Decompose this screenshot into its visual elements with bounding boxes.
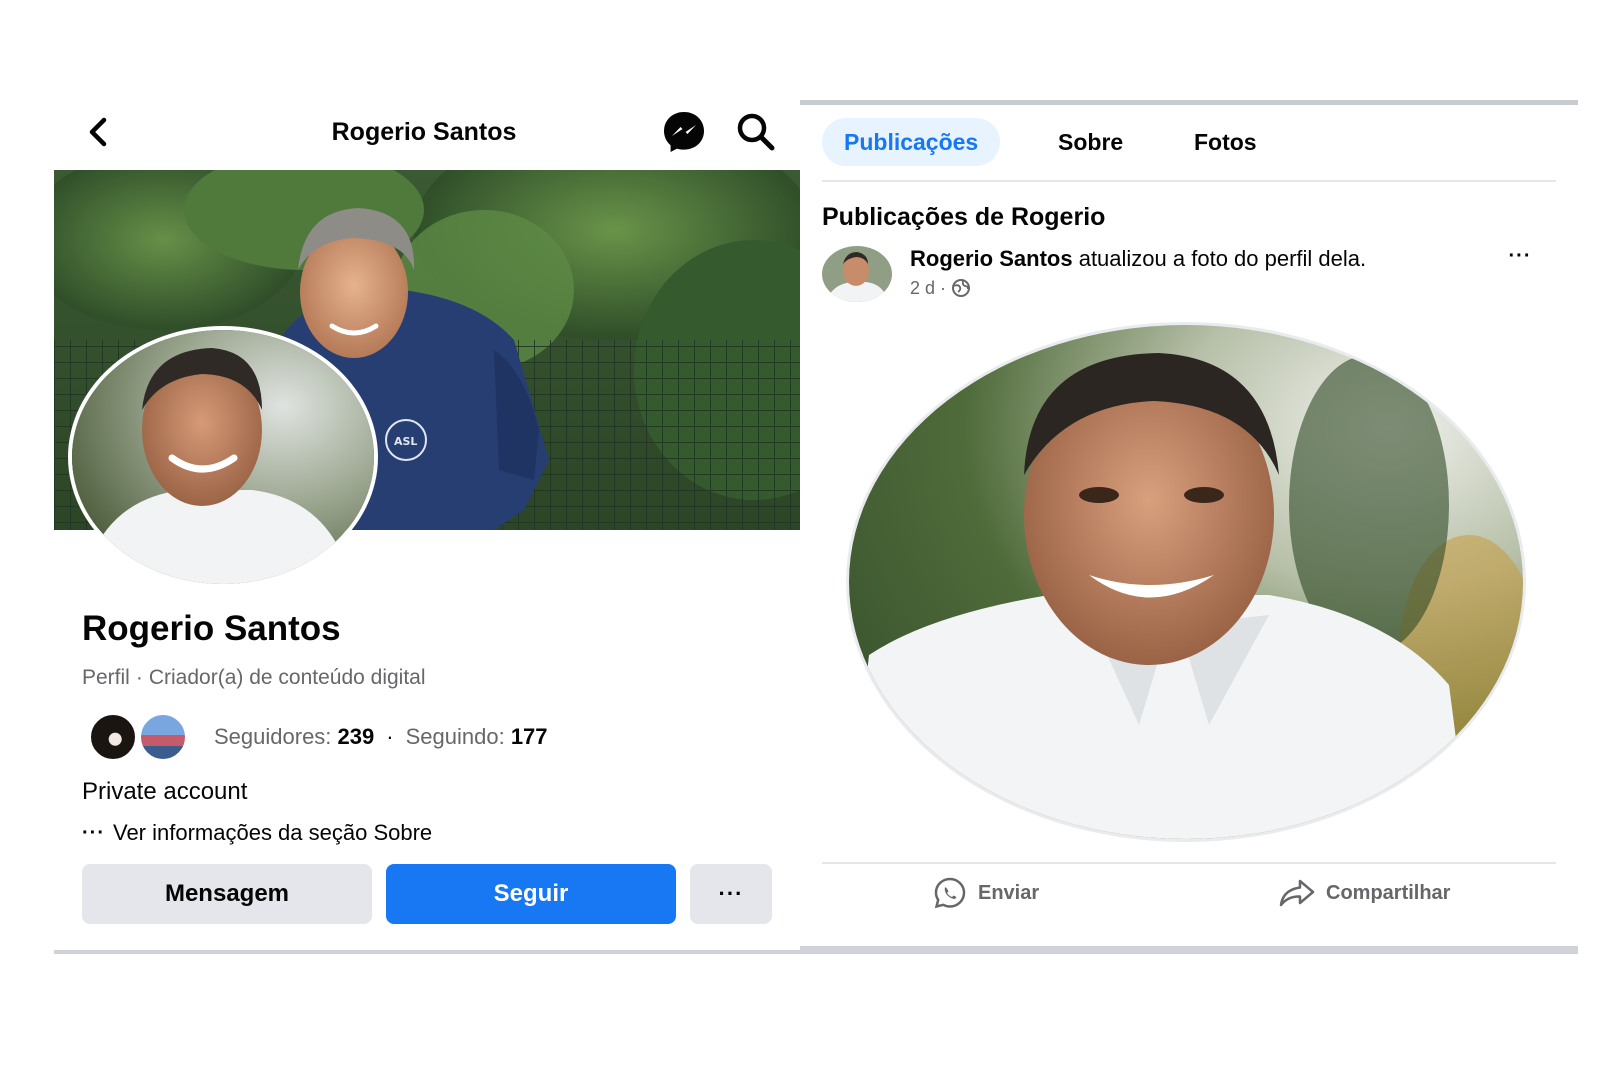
- privacy-status: Private account: [82, 778, 248, 805]
- profile-category-label: Criador(a) de conteúdo digital: [148, 666, 426, 689]
- profile-category: Perfil · Criador(a) de conteúdo digital: [82, 664, 426, 692]
- post-author-avatar[interactable]: [822, 246, 892, 302]
- search-button[interactable]: [734, 110, 778, 154]
- share-icon: [1279, 879, 1315, 907]
- follower-avatar-2: [138, 712, 188, 762]
- profile-name: Rogerio Santos: [82, 609, 341, 648]
- following-label: Seguindo:: [405, 724, 505, 749]
- category-separator: ·: [135, 666, 143, 689]
- profile-type: Perfil: [82, 666, 130, 689]
- about-info-label: Ver informações da seção Sobre: [112, 820, 433, 845]
- post-headline: Rogerio Santos atualizou a foto do perfi…: [910, 244, 1366, 274]
- messenger-icon: [664, 112, 704, 152]
- stats-separator: ·: [386, 724, 394, 749]
- follower-avatars[interactable]: [88, 712, 198, 762]
- back-button[interactable]: [80, 114, 116, 150]
- search-icon: [737, 113, 775, 151]
- post-options-button[interactable]: ···: [1500, 242, 1540, 272]
- tabs-divider: [822, 180, 1556, 182]
- profile-panel: Rogerio Santos ASL Rogerio Santos Perfil…: [54, 100, 800, 956]
- messenger-button[interactable]: [660, 108, 708, 156]
- more-dots-icon: ···: [82, 822, 105, 844]
- post-meta: 2 d ·: [910, 276, 971, 300]
- post-time[interactable]: 2 d: [910, 276, 935, 300]
- tab-sobre[interactable]: Sobre: [1036, 118, 1145, 166]
- tab-fotos[interactable]: Fotos: [1172, 118, 1279, 166]
- post-action-text: atualizou a foto do perfil dela.: [1078, 246, 1367, 271]
- profile-top-bar: Rogerio Santos: [54, 100, 800, 170]
- post-author-name[interactable]: Rogerio Santos: [910, 246, 1073, 271]
- top-bar-title: Rogerio Santos: [331, 118, 517, 146]
- followers-label: Seguidores:: [214, 724, 332, 749]
- following-count: 177: [510, 724, 548, 749]
- posts-section-title: Publicações de Rogerio: [822, 203, 1106, 231]
- about-info-link[interactable]: ··· Ver informações da seção Sobre: [82, 818, 432, 848]
- follow-button[interactable]: Seguir: [386, 864, 676, 924]
- followers-count: 239: [337, 724, 375, 749]
- send-button[interactable]: Enviar: [932, 872, 1039, 914]
- whatsapp-icon: [934, 877, 966, 909]
- globe-icon: [952, 279, 971, 297]
- follower-avatar-1: [88, 712, 138, 762]
- share-button[interactable]: Compartilhar: [1278, 872, 1450, 914]
- posts-panel: Publicações Sobre Fotos Publicações de R…: [800, 100, 1578, 956]
- follow-stats[interactable]: Seguidores: 239 · Seguindo: 177: [214, 720, 548, 754]
- post-author-avatar-image: [822, 246, 892, 302]
- message-button[interactable]: Mensagem: [82, 864, 372, 924]
- profile-avatar[interactable]: [68, 326, 378, 588]
- post-photo-image: [849, 325, 1523, 839]
- panel-bottom-divider: [800, 946, 1578, 954]
- more-options-button[interactable]: ···: [690, 864, 772, 924]
- profile-avatar-image: [72, 330, 374, 584]
- send-label: Enviar: [978, 881, 1040, 904]
- tab-publicacoes[interactable]: Publicações: [822, 118, 1001, 166]
- panel-divider: [54, 950, 800, 954]
- chevron-left-icon: [89, 117, 107, 147]
- post-actions-divider: [822, 862, 1556, 864]
- svg-text:ASL: ASL: [394, 435, 417, 448]
- post-meta-separator: ·: [940, 278, 947, 298]
- panel-top-divider: [800, 100, 1578, 105]
- share-label: Compartilhar: [1326, 881, 1451, 904]
- post-photo[interactable]: [846, 322, 1526, 842]
